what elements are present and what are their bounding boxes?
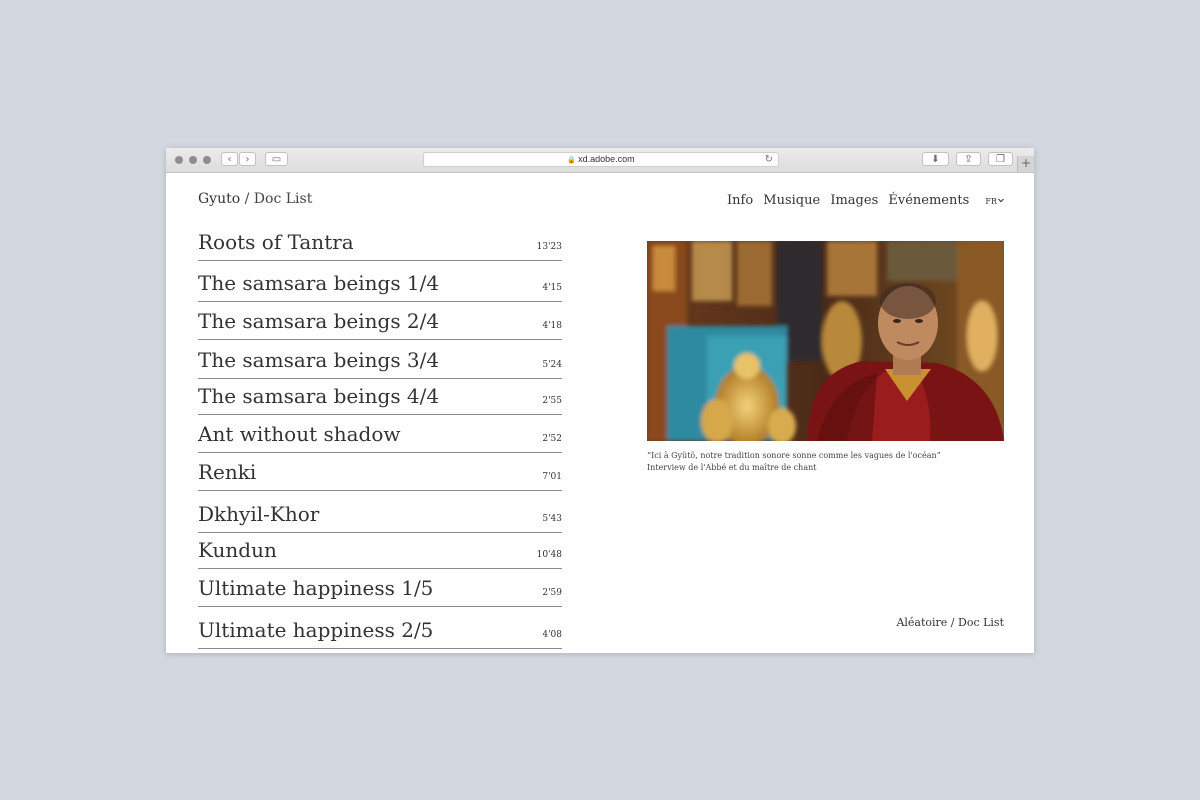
track-row[interactable]: Ant without shadow 2'52	[198, 415, 562, 453]
track-title: The samsara beings 1/4	[198, 271, 440, 295]
breadcrumb: Gyuto / Doc List	[198, 191, 312, 207]
nav-info[interactable]: Info	[727, 193, 753, 208]
track-row[interactable]: Ultimate happiness 1/5 2'59	[198, 569, 562, 607]
track-duration: 4'15	[542, 283, 562, 293]
browser-toolbar: ‹ › ▭ 🔒 xd.adobe.com ↻ ⬇ ⇪ ❐ +	[166, 148, 1034, 173]
photo-caption: “Ici à Gyütö, notre tradition sonore son…	[647, 450, 1004, 474]
track-title: The samsara beings 2/4	[198, 309, 440, 333]
zoom-window-button[interactable]	[203, 156, 211, 164]
nav-images[interactable]: Images	[830, 193, 878, 208]
back-icon[interactable]: ‹	[221, 152, 238, 166]
new-tab-icon[interactable]: +	[1017, 156, 1034, 172]
nav-musique[interactable]: Musique	[763, 193, 820, 208]
share-icon[interactable]: ⇪	[956, 152, 981, 166]
track-duration: 2'59	[542, 588, 562, 598]
close-window-button[interactable]	[175, 156, 183, 164]
track-title: Ultimate happiness 2/5	[198, 618, 434, 642]
track-duration: 10'48	[536, 550, 562, 560]
nav-evenements[interactable]: Événements	[888, 193, 969, 208]
page-content: Gyuto / Doc List Info Musique Images Évé…	[166, 173, 1034, 653]
track-title: Ultimate happiness 1/5	[198, 576, 434, 600]
track-duration: 4'08	[542, 630, 562, 640]
track-title: The samsara beings 4/4	[198, 384, 440, 408]
track-row[interactable]: Roots of Tantra 13'23	[198, 225, 562, 261]
chevron-down-icon	[998, 198, 1004, 203]
reload-icon[interactable]: ↻	[765, 153, 773, 166]
address-bar[interactable]: 🔒 xd.adobe.com ↻	[423, 152, 779, 167]
tabs-overview-icon[interactable]: ❐	[988, 152, 1013, 166]
download-icon[interactable]: ⬇	[922, 152, 949, 166]
caption-quote: “Ici à Gyütö, notre tradition sonore son…	[647, 451, 941, 460]
track-title: Roots of Tantra	[198, 230, 354, 254]
track-row[interactable]: Ultimate happiness 2/5 4'08	[198, 607, 562, 649]
track-title: Kundun	[198, 538, 277, 562]
breadcrumb-separator: /	[244, 191, 250, 207]
track-row[interactable]: The samsara beings 4/4 2'55	[198, 379, 562, 415]
track-title: Ant without shadow	[198, 422, 401, 446]
sidebar-toggle-icon[interactable]: ▭	[265, 152, 288, 166]
brand-link[interactable]: Gyuto	[198, 191, 240, 207]
track-list: Roots of Tantra 13'23 The samsara beings …	[198, 225, 562, 649]
breadcrumb-current: Doc List	[253, 191, 313, 207]
language-label: FR	[985, 197, 997, 206]
track-title: The samsara beings 3/4	[198, 348, 440, 372]
minimize-window-button[interactable]	[189, 156, 197, 164]
random-doc-link[interactable]: Aléatoire / Doc List	[896, 616, 1004, 629]
monk-photo-illustration	[647, 241, 1004, 441]
track-title: Dkhyil-Khor	[198, 502, 320, 526]
address-url: xd.adobe.com	[578, 154, 635, 164]
track-row[interactable]: The samsara beings 1/4 4'15	[198, 261, 562, 302]
track-duration: 4'18	[542, 321, 562, 331]
caption-description: Interview de l'Abbé et du maître de chan…	[647, 463, 817, 472]
forward-icon[interactable]: ›	[239, 152, 256, 166]
track-duration: 13'23	[536, 242, 562, 252]
track-duration: 5'24	[542, 360, 562, 370]
track-row[interactable]: Kundun 10'48	[198, 533, 562, 569]
track-row[interactable]: Dkhyil-Khor 5'43	[198, 491, 562, 533]
feature-photo[interactable]	[647, 241, 1004, 441]
track-row[interactable]: Renki 7'01	[198, 453, 562, 491]
track-row[interactable]: The samsara beings 2/4 4'18	[198, 302, 562, 340]
track-duration: 2'55	[542, 396, 562, 406]
track-duration: 7'01	[542, 472, 562, 482]
track-row[interactable]: The samsara beings 3/4 5'24	[198, 340, 562, 379]
language-selector[interactable]: FR	[979, 197, 1004, 206]
browser-window: ‹ › ▭ 🔒 xd.adobe.com ↻ ⬇ ⇪ ❐ + Gyuto / Do…	[166, 148, 1034, 653]
main-nav: Info Musique Images Événements FR	[721, 193, 1004, 208]
track-duration: 2'52	[542, 434, 562, 444]
track-duration: 5'43	[542, 514, 562, 524]
lock-icon: 🔒	[567, 157, 577, 164]
track-title: Renki	[198, 460, 257, 484]
